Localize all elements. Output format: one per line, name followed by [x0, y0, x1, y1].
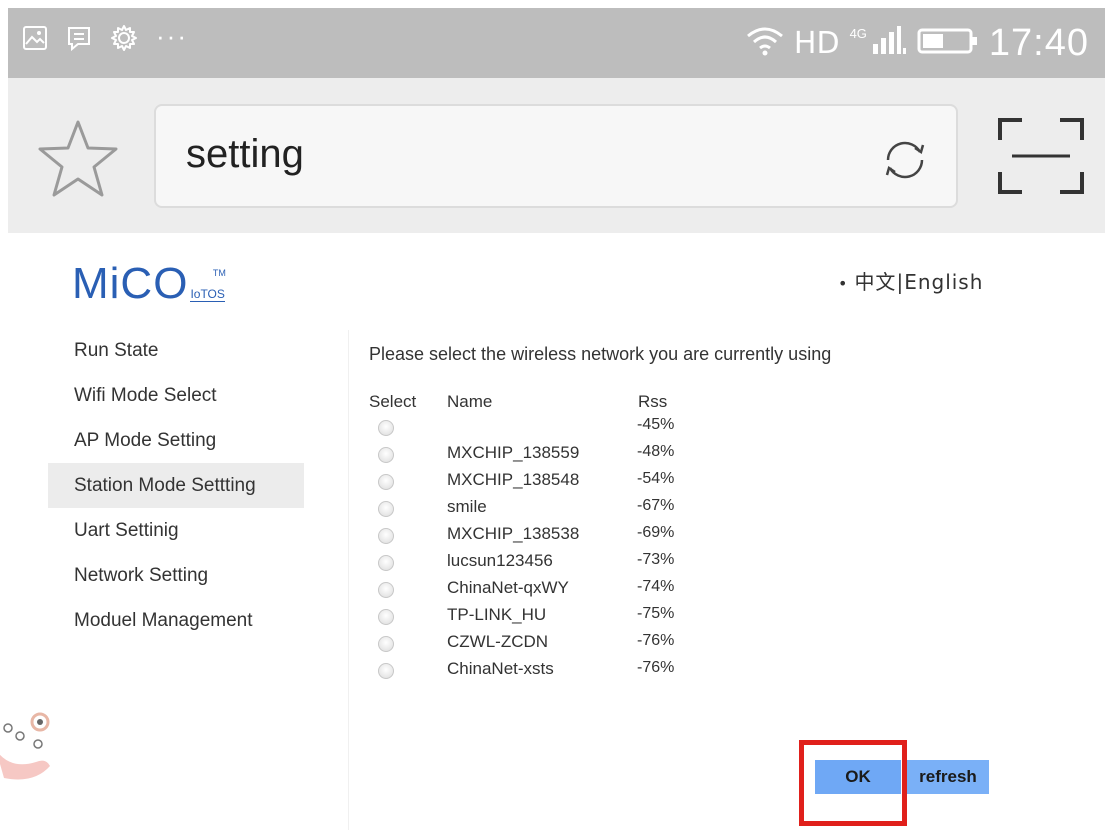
network-radio[interactable]: [378, 501, 394, 517]
image-icon: [22, 25, 48, 56]
wifi-icon: [746, 26, 784, 61]
network-radio[interactable]: [378, 474, 394, 490]
lang-english-link[interactable]: English: [904, 270, 983, 294]
logo-sub-text: IoTOS: [190, 287, 225, 302]
network-rss: -76%: [637, 659, 675, 676]
sidebar-item-ap-mode-setting[interactable]: AP Mode Setting: [48, 418, 304, 463]
network-rss: -75%: [637, 605, 675, 622]
sidebar-item-wifi-mode-select[interactable]: Wifi Mode Select: [48, 373, 304, 418]
network-name: smile: [447, 497, 487, 516]
network-row: MXCHIP_138559 -48%: [349, 441, 749, 468]
gear-icon: [110, 24, 138, 57]
network-type-label: HD: [793, 25, 840, 61]
network-gen-label: 4G: [849, 25, 867, 41]
network-row: smile -67%: [349, 495, 749, 522]
sidebar-item-station-mode-setting[interactable]: Station Mode Settting: [48, 463, 304, 508]
logo-tm: TM: [212, 268, 226, 278]
column-header-name: Name: [447, 392, 493, 411]
reload-icon[interactable]: [878, 138, 932, 187]
network-radio[interactable]: [378, 420, 394, 436]
sidebar-item-network-setting[interactable]: Network Setting: [48, 553, 304, 598]
network-select-prompt: Please select the wireless network you a…: [369, 344, 832, 364]
network-row: MXCHIP_138538 -69%: [349, 522, 749, 549]
network-rss: -69%: [637, 524, 675, 541]
logo-main-text: MiCO: [72, 259, 189, 308]
address-text[interactable]: setting: [186, 132, 304, 177]
network-radio[interactable]: [378, 528, 394, 544]
network-radio[interactable]: [378, 636, 394, 652]
message-icon: [66, 25, 92, 56]
network-row: lucsun123456 -73%: [349, 549, 749, 576]
signal-icon: [871, 25, 907, 61]
mascot-icon: [0, 700, 60, 780]
network-name: lucsun123456: [447, 551, 553, 570]
network-name: TP-LINK_HU: [447, 605, 547, 624]
network-name: ChinaNet-qxWY: [447, 578, 569, 597]
network-row: TP-LINK_HU -75%: [349, 603, 749, 630]
network-rss: -73%: [637, 551, 675, 568]
column-header-select: Select: [369, 392, 417, 411]
sidebar-item-uart-setting[interactable]: Uart Settinig: [48, 508, 304, 553]
mico-logo: MiCO IoTOS TM: [72, 262, 238, 306]
refresh-button[interactable]: refresh: [907, 760, 989, 794]
sidebar-item-run-state[interactable]: Run State: [48, 328, 304, 373]
address-bar[interactable]: setting: [154, 104, 958, 208]
network-row: MXCHIP_138548 -54%: [349, 468, 749, 495]
network-row: -45%: [349, 414, 749, 441]
network-row: ChinaNet-qxWY -74%: [349, 576, 749, 603]
network-rss: -48%: [637, 443, 675, 460]
language-switch: • 中文|English: [838, 266, 983, 295]
network-radio[interactable]: [378, 447, 394, 463]
scan-icon[interactable]: [998, 118, 1084, 199]
sidebar-item-module-management[interactable]: Moduel Management: [48, 598, 304, 643]
network-rss: -74%: [637, 578, 675, 595]
network-radio[interactable]: [378, 582, 394, 598]
network-name: CZWL-ZCDN: [447, 632, 549, 651]
network-name: ChinaNet-xsts: [447, 659, 554, 678]
network-rss: -54%: [637, 470, 675, 487]
column-header-rss: Rss: [638, 392, 668, 411]
status-bar: ··· HD 4G 17:40: [8, 8, 1105, 78]
ok-button[interactable]: OK: [815, 760, 901, 794]
lang-bullet: •: [838, 274, 849, 293]
sidebar-nav: Run State Wifi Mode Select AP Mode Setti…: [48, 328, 304, 643]
network-radio[interactable]: [378, 609, 394, 625]
browser-toolbar: setting: [8, 78, 1105, 233]
network-rss: -76%: [637, 632, 675, 649]
status-bar-right: HD 4G 17:40: [746, 12, 1089, 74]
network-name: MXCHIP_138538: [447, 524, 580, 543]
network-radio[interactable]: [378, 663, 394, 679]
more-dots-icon: ···: [156, 21, 188, 51]
station-mode-panel: Please select the wireless network you a…: [348, 330, 1088, 830]
network-rss: -67%: [637, 497, 675, 514]
clock: 17:40: [988, 21, 1089, 64]
network-radio[interactable]: [378, 555, 394, 571]
battery-icon: [917, 27, 979, 60]
status-bar-left-icons: ···: [22, 21, 188, 57]
star-icon[interactable]: [36, 118, 120, 205]
network-name: MXCHIP_138548: [447, 470, 580, 489]
lang-chinese-link[interactable]: 中文: [854, 270, 896, 294]
network-rss: -45%: [637, 416, 675, 433]
network-row: ChinaNet-xsts -76%: [349, 657, 749, 684]
network-row: CZWL-ZCDN -76%: [349, 630, 749, 657]
network-name: MXCHIP_138559: [447, 443, 580, 462]
